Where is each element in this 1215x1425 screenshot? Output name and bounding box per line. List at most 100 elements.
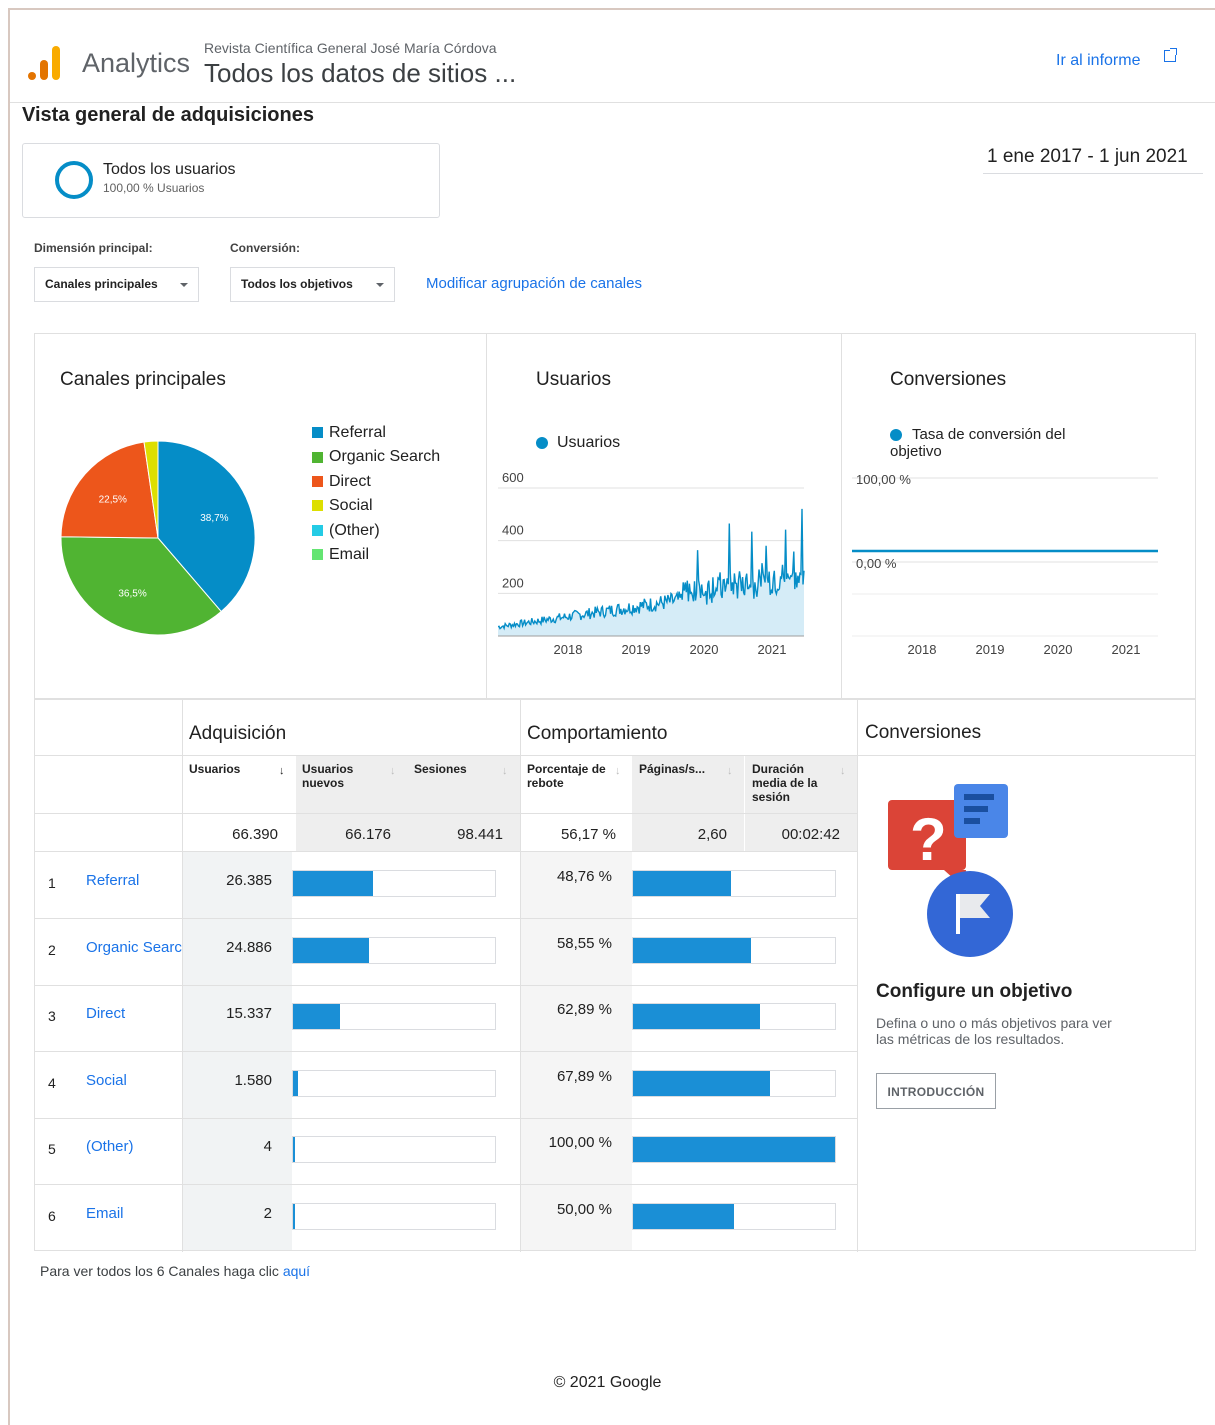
channel-link[interactable]: Referral (86, 872, 182, 889)
pie-legend-item[interactable]: Social (312, 497, 373, 515)
dimension-dropdown[interactable]: Canales principales (34, 267, 199, 302)
introduction-button[interactable]: INTRODUCCIÓN (876, 1073, 996, 1109)
users-value: 26.385 (226, 872, 272, 889)
sort-arrow-icon[interactable]: ↓ (615, 765, 621, 777)
legend-swatch (312, 500, 323, 512)
legend-swatch (312, 427, 323, 439)
conversion-legend-label: Tasa de conversión del objetivo (890, 426, 1066, 460)
users-legend-label: Usuarios (557, 434, 621, 451)
sort-arrow-icon[interactable]: ↓ (727, 765, 733, 777)
column-header[interactable]: Usuarios nuevos (302, 762, 392, 790)
chat-line (964, 818, 980, 824)
bounce-rate-bar (633, 937, 752, 963)
users-value: 2 (263, 1204, 272, 1222)
channel-link[interactable]: Direct (86, 1005, 182, 1022)
conversion-label: Conversión: (230, 241, 301, 255)
y-tick-label: 200 (502, 575, 524, 590)
row-index: 1 (48, 875, 56, 891)
bounce-bar-track (632, 1136, 836, 1163)
x-tick-label: 2018 (908, 642, 937, 657)
row-index: 6 (48, 1207, 56, 1224)
pie-legend-label: Email (329, 546, 370, 563)
pie-legend-item[interactable]: Direct (312, 473, 371, 491)
users-bar-track (292, 1202, 496, 1230)
users-bar (293, 1137, 296, 1162)
row-divider (35, 851, 857, 852)
pie-legend-item[interactable]: Organic Search (312, 448, 440, 466)
page-title: Vista general de adquisiciones (22, 104, 314, 126)
pie-slice-label: 22,5% (99, 494, 127, 505)
analytics-logo-icon[interactable] (28, 46, 60, 82)
pie-slice-label: 36,5% (118, 588, 146, 599)
x-tick-label: 2018 (554, 642, 583, 657)
go-to-report-link[interactable]: Ir al informe (1056, 52, 1140, 70)
legend-swatch (312, 549, 323, 561)
property-name[interactable]: Revista Científica General José María Có… (204, 40, 497, 56)
conversion-dropdown[interactable]: Todos los objetivos (230, 267, 395, 302)
pie-legend-item[interactable]: (Other) (312, 522, 380, 540)
conversions-chart-title: Conversiones (890, 369, 1007, 390)
column-header[interactable]: Porcentaje de rebote (527, 762, 617, 790)
view-name[interactable]: Todos los datos de sitios ... (204, 58, 516, 89)
column-header[interactable]: Usuarios (189, 762, 285, 776)
users-bar-track (292, 936, 496, 964)
channel-link[interactable]: Organic Searc (86, 939, 182, 956)
bounce-rate-bar (633, 1137, 835, 1162)
pie-legend-item[interactable]: Email (312, 546, 369, 564)
date-range-picker[interactable]: 1 ene 2017 - 1 jun 2021 (987, 146, 1188, 168)
column-header[interactable]: Sesiones (414, 762, 494, 776)
conversion-value: Todos los objetivos (241, 277, 353, 291)
x-tick-label: 2019 (976, 642, 1005, 657)
legend-swatch (312, 524, 323, 536)
channel-link[interactable]: (Other) (86, 1138, 182, 1155)
question-mark-icon: ? (910, 806, 947, 873)
here-link[interactable]: aquí (283, 1263, 310, 1279)
pie-slice-label: 38,7% (200, 513, 228, 524)
x-tick-label: 2020 (690, 642, 719, 657)
bounce-bar-track (632, 936, 836, 964)
modify-channel-grouping-link[interactable]: Modificar agrupación de canales (426, 275, 642, 292)
total-value: 66.390 (232, 826, 278, 843)
group-header-acquisition: Adquisición (189, 723, 287, 744)
row-index: 3 (48, 1008, 56, 1024)
pie-legend-item[interactable]: Referral (312, 424, 386, 442)
sort-arrow-icon[interactable]: ↓ (390, 765, 396, 777)
legend-swatch (312, 451, 323, 463)
total-value: 2,60 (697, 826, 727, 843)
external-link-icon[interactable] (1164, 48, 1177, 62)
users-value: 4 (263, 1138, 272, 1155)
column-header[interactable]: Duración media de la sesión (752, 762, 842, 804)
users-bar (293, 1004, 340, 1029)
x-tick-label: 2021 (758, 642, 787, 657)
chevron-down-icon (180, 283, 188, 287)
segment-card[interactable]: Todos los usuarios 100,00 % Usuarios (22, 143, 440, 218)
y-tick-label: 0,00 % (856, 556, 897, 571)
users-chart-title: Usuarios (536, 369, 611, 390)
row-divider (35, 755, 1195, 756)
sort-arrow-icon[interactable]: ↓ (502, 765, 508, 777)
users-bar (293, 937, 369, 963)
legend-swatch (312, 476, 323, 488)
row-divider (35, 1184, 857, 1185)
row-divider (35, 1051, 857, 1052)
bounce-rate-value: 58,55 % (556, 934, 612, 952)
x-tick-label: 2020 (1044, 642, 1073, 657)
segment-ring-icon (55, 161, 93, 199)
total-value: 98.441 (457, 826, 503, 843)
bounce-bar-track (632, 1069, 836, 1097)
y-tick-label: 100,00 % (856, 472, 911, 487)
goal-title: Configure un objetivo (876, 981, 1073, 1002)
pie-slice-direct[interactable] (60, 441, 159, 539)
channel-link[interactable]: Social (86, 1072, 182, 1089)
sort-arrow-icon[interactable]: ↓ (279, 765, 285, 777)
row-divider (35, 813, 857, 814)
sort-arrow-icon[interactable]: ↓ (840, 765, 846, 777)
bounce-rate-value: 100,00 % (548, 1134, 612, 1151)
column-header[interactable]: Páginas/s... (639, 762, 729, 776)
channel-link[interactable]: Email (86, 1205, 182, 1222)
chat-line (964, 794, 994, 800)
dimension-value: Canales principales (45, 277, 158, 291)
row-divider (35, 918, 857, 919)
segment-name: Todos los usuarios (103, 161, 236, 178)
users-area-chart: 600 400 200 2018 2019 2020 2021 (498, 470, 805, 657)
